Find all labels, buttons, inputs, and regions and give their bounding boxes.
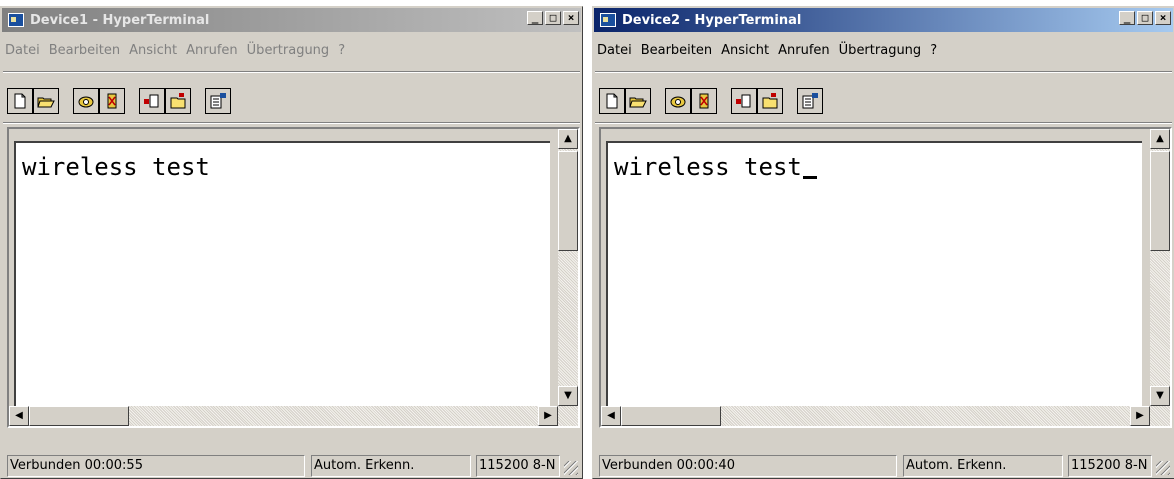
horizontal-scroll-thumb[interactable]	[29, 406, 129, 426]
open-folder-icon	[629, 97, 647, 108]
status-connection: Verbunden 00:00:55	[7, 455, 305, 477]
scroll-right-button[interactable]: ▶	[538, 406, 558, 426]
scroll-up-button[interactable]: ▲	[1150, 129, 1170, 149]
scroll-right-button[interactable]: ▶	[1130, 406, 1150, 426]
maximize-button[interactable]: □	[545, 11, 561, 25]
resize-grip[interactable]	[1156, 461, 1170, 475]
toolbar	[7, 85, 231, 117]
vertical-scrollbar[interactable]: ▲ ▼	[558, 129, 578, 426]
receive-file-icon	[762, 93, 778, 109]
hyperterminal-app-icon[interactable]	[600, 13, 616, 27]
scroll-down-button[interactable]: ▼	[558, 386, 578, 406]
hyperterminal-window-device2[interactable]: Device2 - HyperTerminal _ □ × Datei Bear…	[592, 6, 1174, 479]
send-button[interactable]	[139, 88, 165, 114]
menu-bearbeiten[interactable]: Bearbeiten	[49, 43, 120, 63]
toolbar-separator	[3, 122, 580, 124]
open-folder-icon	[37, 97, 55, 108]
toolbar	[599, 85, 823, 117]
menu-ansicht[interactable]: Ansicht	[129, 43, 177, 63]
toolbar-separator	[595, 122, 1172, 124]
scroll-left-button[interactable]: ◀	[9, 406, 29, 426]
menu-anrufen[interactable]: Anrufen	[778, 43, 830, 63]
disconnect-button[interactable]	[99, 88, 125, 114]
disconnect-button[interactable]	[691, 88, 717, 114]
horizontal-scrollbar[interactable]: ◀ ▶	[9, 406, 558, 426]
receive-button[interactable]	[757, 88, 783, 114]
vertical-scroll-thumb[interactable]	[1150, 151, 1170, 251]
menu-separator	[3, 71, 580, 73]
minimize-button[interactable]: _	[527, 11, 543, 25]
menu-bearbeiten[interactable]: Bearbeiten	[641, 43, 712, 63]
call-button[interactable]	[73, 88, 99, 114]
horizontal-scrollbar[interactable]: ◀ ▶	[601, 406, 1150, 426]
disconnect-phone-icon	[107, 93, 117, 109]
window-title: Device1 - HyperTerminal	[30, 12, 210, 28]
menu-separator	[595, 71, 1172, 73]
hyperterminal-window-device1[interactable]: Device1 - HyperTerminal _ □ × Datei Bear…	[0, 6, 583, 479]
minimize-button[interactable]: _	[1119, 11, 1135, 25]
receive-file-icon	[170, 93, 186, 109]
status-bar: Verbunden 00:00:40 Autom. Erkenn. 115200…	[595, 455, 1172, 477]
menu-datei[interactable]: Datei	[5, 43, 40, 63]
new-button[interactable]	[599, 88, 625, 114]
menu-datei[interactable]: Datei	[597, 43, 632, 63]
menu-help[interactable]: ?	[338, 43, 345, 63]
send-file-icon	[144, 94, 159, 108]
title-bar[interactable]: Device1 - HyperTerminal _ □ ×	[2, 8, 581, 32]
menu-uebertragung[interactable]: Übertragung	[839, 43, 922, 63]
menu-help[interactable]: ?	[930, 43, 937, 63]
menu-bar: Datei Bearbeiten Ansicht Anrufen Übertra…	[597, 43, 946, 63]
text-cursor	[802, 176, 817, 179]
status-bar: Verbunden 00:00:55 Autom. Erkenn. 115200…	[3, 455, 580, 477]
scroll-down-button[interactable]: ▼	[1150, 386, 1170, 406]
resize-grip[interactable]	[564, 461, 578, 475]
close-button[interactable]: ×	[563, 11, 579, 25]
scroll-left-button[interactable]: ◀	[601, 406, 621, 426]
title-bar[interactable]: Device2 - HyperTerminal _ □ ×	[594, 8, 1173, 32]
menu-bar: Datei Bearbeiten Ansicht Anrufen Übertra…	[5, 43, 354, 63]
status-port: 115200 8-N	[1068, 455, 1152, 477]
scroll-up-button[interactable]: ▲	[558, 129, 578, 149]
vertical-scrollbar[interactable]: ▲ ▼	[1150, 129, 1170, 426]
open-button[interactable]	[625, 88, 651, 114]
terminal-screen[interactable]: wireless test	[14, 141, 550, 421]
status-detect: Autom. Erkenn.	[311, 455, 471, 477]
status-connection: Verbunden 00:00:40	[599, 455, 897, 477]
hyperterminal-app-icon[interactable]	[8, 13, 24, 27]
terminal-output: wireless test	[22, 153, 210, 181]
call-phone-icon	[670, 96, 686, 108]
new-button[interactable]	[7, 88, 33, 114]
status-port: 115200 8-N	[476, 455, 560, 477]
properties-button[interactable]	[205, 88, 231, 114]
receive-button[interactable]	[165, 88, 191, 114]
window-title: Device2 - HyperTerminal	[622, 12, 802, 28]
call-phone-icon	[78, 96, 94, 108]
send-button[interactable]	[731, 88, 757, 114]
open-button[interactable]	[33, 88, 59, 114]
properties-icon	[210, 93, 226, 109]
vertical-scroll-thumb[interactable]	[558, 151, 578, 251]
horizontal-scroll-thumb[interactable]	[621, 406, 721, 426]
menu-uebertragung[interactable]: Übertragung	[247, 43, 330, 63]
terminal-output: wireless test	[614, 153, 817, 181]
disconnect-phone-icon	[699, 93, 709, 109]
properties-icon	[802, 93, 818, 109]
menu-anrufen[interactable]: Anrufen	[186, 43, 238, 63]
new-document-icon	[14, 93, 26, 109]
close-button[interactable]: ×	[1155, 11, 1171, 25]
call-button[interactable]	[665, 88, 691, 114]
send-file-icon	[736, 94, 751, 108]
status-detect: Autom. Erkenn.	[903, 455, 1063, 477]
new-document-icon	[606, 93, 618, 109]
properties-button[interactable]	[797, 88, 823, 114]
menu-ansicht[interactable]: Ansicht	[721, 43, 769, 63]
maximize-button[interactable]: □	[1137, 11, 1153, 25]
terminal-frame: wireless test ▲ ▼ ◀ ▶	[599, 127, 1172, 428]
terminal-frame: wireless test ▲ ▼ ◀ ▶	[7, 127, 580, 428]
terminal-screen[interactable]: wireless test	[606, 141, 1142, 421]
